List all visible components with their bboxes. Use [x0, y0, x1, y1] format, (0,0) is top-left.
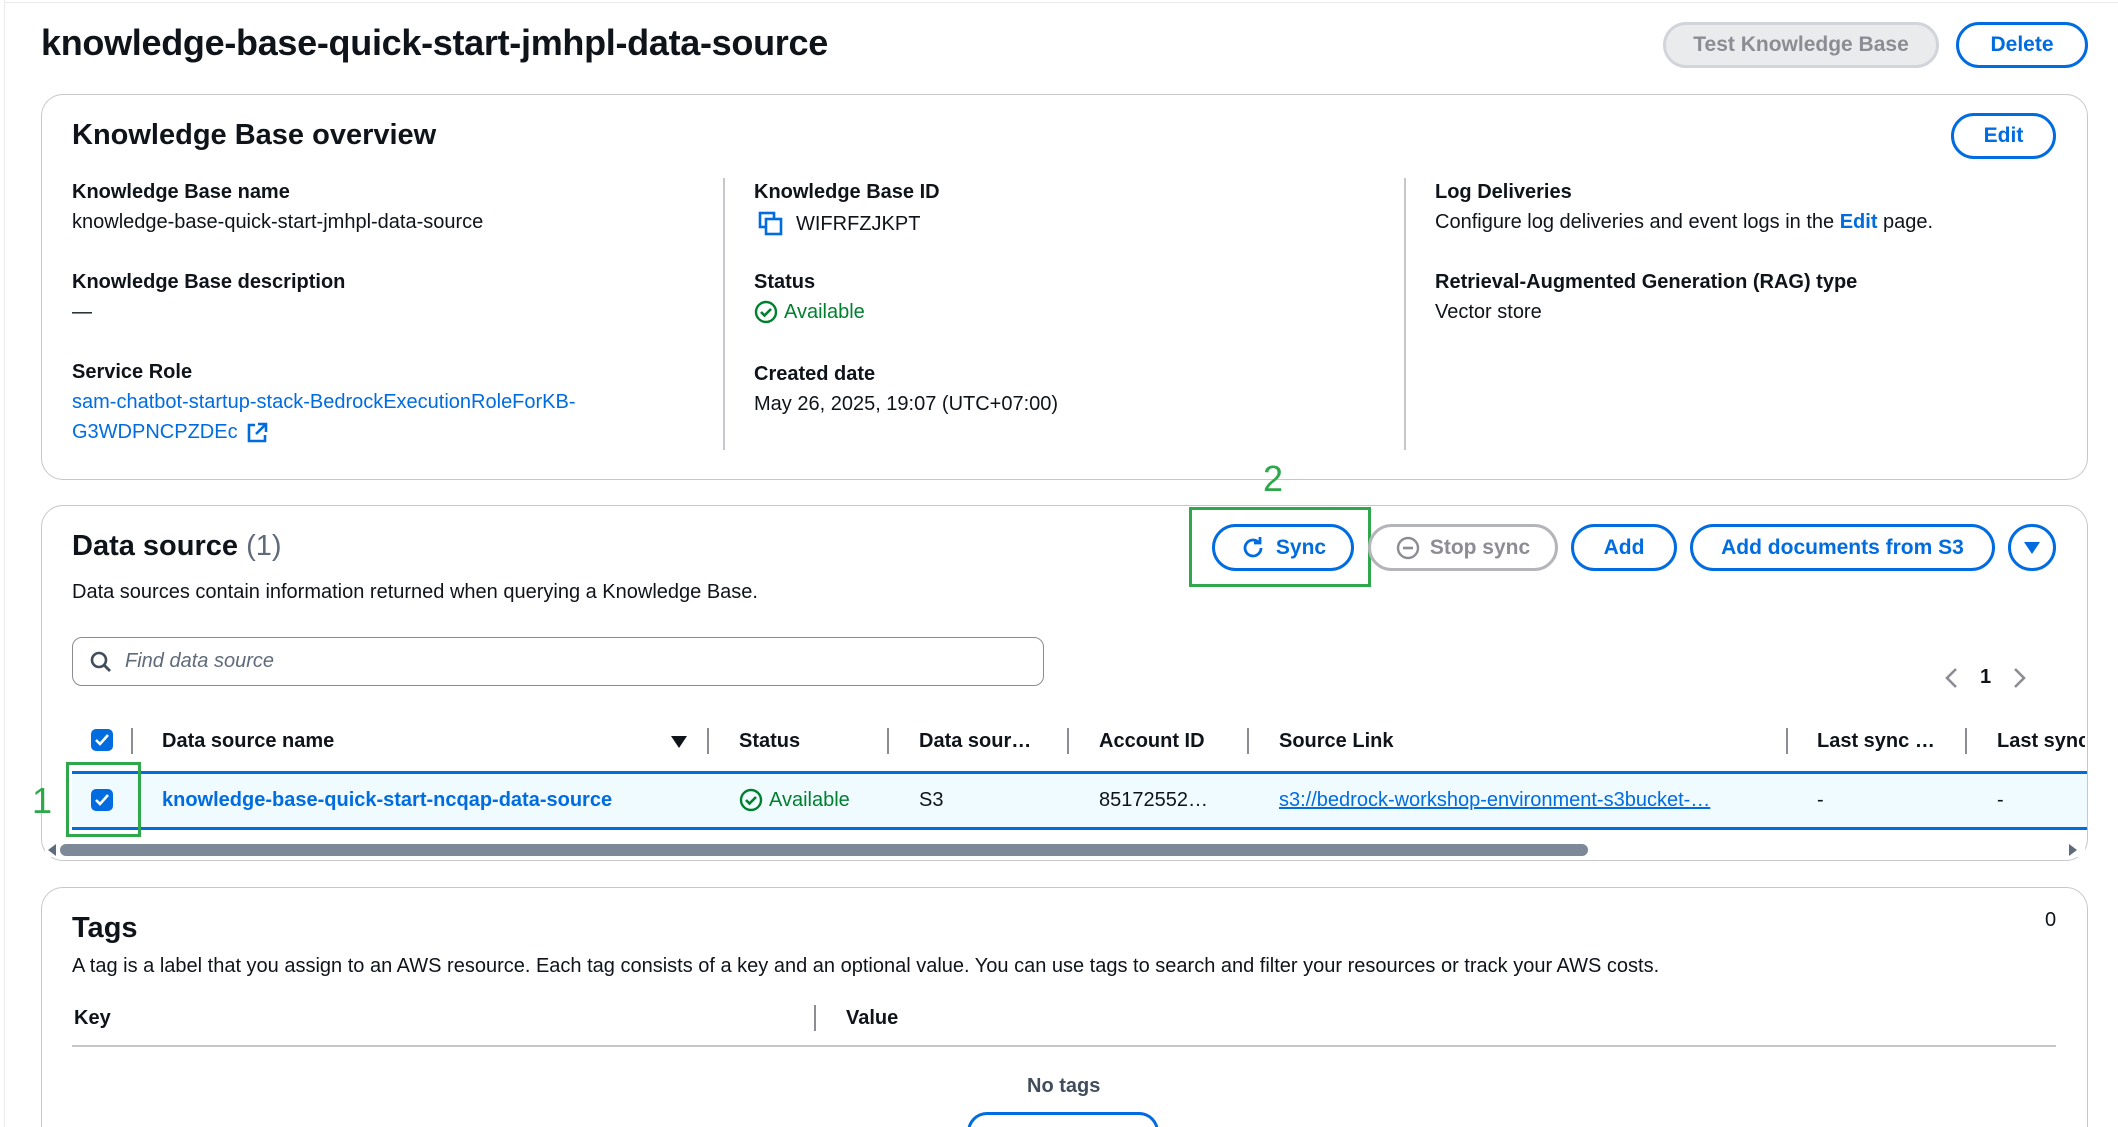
kb-id: WIFRFZJKPT: [758, 211, 920, 237]
log-deliveries-label: Log Deliveries: [1435, 181, 1572, 203]
tags-heading: Tags: [72, 912, 138, 944]
external-link-icon: [246, 422, 268, 444]
select-all-checkbox[interactable]: [91, 729, 113, 751]
tags-table-divider: [72, 1045, 2056, 1047]
annotation-box-1: [66, 762, 141, 837]
column-header-source-link[interactable]: Source Link: [1279, 730, 1393, 753]
checkbox-checked-icon: [95, 734, 109, 746]
created-date-label: Created date: [754, 363, 876, 385]
created-date-value: May 26, 2025, 19:07 (UTC+07:00): [754, 393, 1059, 415]
column-header-type[interactable]: Data sour…: [919, 730, 1031, 753]
page-border: [4, 0, 5, 1127]
log-text-before: Configure log deliveries and event logs …: [1435, 211, 1840, 233]
edit-overview-button[interactable]: Edit: [1951, 113, 2056, 159]
column-separator[interactable]: [1965, 728, 1967, 754]
data-source-name-link[interactable]: knowledge-base-quick-start-ncqap-data-so…: [162, 789, 612, 812]
rag-type-label: Retrieval-Augmented Generation (RAG) typ…: [1435, 271, 1858, 293]
overview-divider-2: [1404, 178, 1406, 450]
status-success-icon: [754, 300, 778, 324]
data-source-title: Data source: [72, 530, 239, 562]
column-separator: [814, 1005, 816, 1031]
kb-name-value: knowledge-base-quick-start-jmhpl-data-so…: [72, 211, 484, 233]
column-separator[interactable]: [887, 728, 889, 754]
service-role-label: Service Role: [72, 361, 193, 383]
tags-key-header: Key: [74, 1007, 111, 1029]
column-separator[interactable]: [131, 728, 133, 754]
status-success-icon: [739, 788, 763, 812]
kb-description-value: —: [72, 301, 92, 323]
column-header-last-sync[interactable]: Last sync: [1997, 730, 2085, 753]
kb-id-value: WIFRFZJKPT: [796, 212, 921, 235]
scroll-right-arrow-icon[interactable]: [2068, 843, 2078, 862]
column-separator[interactable]: [1247, 728, 1249, 754]
manage-tags-button[interactable]: [967, 1112, 1159, 1127]
pagination: 1: [1944, 666, 2027, 689]
data-source-heading: Data source (1): [72, 530, 282, 563]
page-border-top: [4, 2, 2118, 3]
row-last-sync: -: [1997, 789, 2004, 811]
column-header-name[interactable]: Data source name: [162, 730, 334, 753]
log-deliveries-text: Configure log deliveries and event logs …: [1435, 211, 1933, 234]
kb-id-label: Knowledge Base ID: [754, 181, 940, 203]
search-input[interactable]: [125, 650, 725, 673]
page-number[interactable]: 1: [1980, 666, 1991, 689]
tags-description: A tag is a label that you assign to an A…: [72, 955, 1660, 977]
no-tags-text: No tags: [1027, 1075, 1101, 1097]
tags-value-header: Value: [846, 1007, 899, 1029]
sort-descending-icon[interactable]: [670, 735, 688, 754]
row-last-sync-status: -: [1817, 789, 1824, 811]
rag-type-value: Vector store: [1435, 301, 1542, 323]
overview-heading: Knowledge Base overview: [72, 119, 437, 151]
search-field[interactable]: [72, 637, 1044, 686]
page-title: knowledge-base-quick-start-jmhpl-data-so…: [41, 22, 828, 63]
log-text-after: page.: [1877, 211, 1934, 233]
add-documents-from-s3-button[interactable]: Add documents from S3: [1690, 524, 1995, 571]
annotation-number-1: 1: [32, 780, 53, 821]
service-role-link-line1[interactable]: sam-chatbot-startup-stack-BedrockExecuti…: [72, 391, 576, 414]
test-knowledge-base-button[interactable]: Test Knowledge Base: [1663, 22, 1939, 68]
row-status-value: Available: [769, 788, 850, 811]
status-value: Available: [784, 300, 865, 323]
row-account-id: 85172552…: [1099, 789, 1208, 811]
service-role-link-line2[interactable]: G3WDPNCPZDEc: [72, 421, 238, 444]
chevron-right-icon[interactable]: [2013, 667, 2027, 689]
caret-down-icon: [2023, 541, 2041, 555]
column-separator[interactable]: [707, 728, 709, 754]
data-source-description: Data sources contain information returne…: [72, 581, 758, 603]
kb-name-label: Knowledge Base name: [72, 181, 290, 203]
column-separator[interactable]: [1067, 728, 1069, 754]
row-source-link[interactable]: s3://bedrock-workshop-environment-s3buck…: [1279, 789, 1710, 812]
search-icon: [89, 650, 113, 674]
more-actions-dropdown[interactable]: [2008, 524, 2056, 571]
data-source-count: (1): [246, 530, 282, 562]
delete-button[interactable]: Delete: [1956, 22, 2088, 68]
column-separator[interactable]: [1786, 728, 1788, 754]
stop-icon: [1396, 536, 1420, 560]
chevron-left-icon[interactable]: [1944, 667, 1958, 689]
status-label: Status: [754, 271, 816, 293]
annotation-number-2: 2: [1263, 458, 1284, 499]
stop-sync-button[interactable]: Stop sync: [1368, 524, 1558, 571]
tags-count: 0: [2045, 909, 2057, 931]
scrollbar-thumb[interactable]: [60, 844, 1588, 856]
stop-sync-label: Stop sync: [1429, 535, 1531, 559]
sync-label: Sync: [1275, 535, 1327, 559]
copy-icon[interactable]: [758, 211, 784, 237]
column-header-status[interactable]: Status: [739, 730, 800, 753]
scroll-left-arrow-icon[interactable]: [47, 843, 57, 862]
row-type: S3: [919, 789, 944, 811]
kb-description-label: Knowledge Base description: [72, 271, 346, 293]
sync-button[interactable]: Sync: [1212, 524, 1354, 571]
column-header-account-id[interactable]: Account ID: [1099, 730, 1205, 753]
status: Available: [754, 300, 865, 324]
refresh-icon: [1240, 535, 1266, 561]
add-button[interactable]: Add: [1571, 524, 1677, 571]
row-status: Available: [739, 788, 850, 812]
column-header-last-sync-status[interactable]: Last sync …: [1817, 730, 1935, 753]
log-edit-link[interactable]: Edit: [1840, 211, 1878, 233]
service-role-link[interactable]: G3WDPNCPZDEc: [72, 421, 268, 444]
overview-divider-1: [723, 178, 725, 450]
